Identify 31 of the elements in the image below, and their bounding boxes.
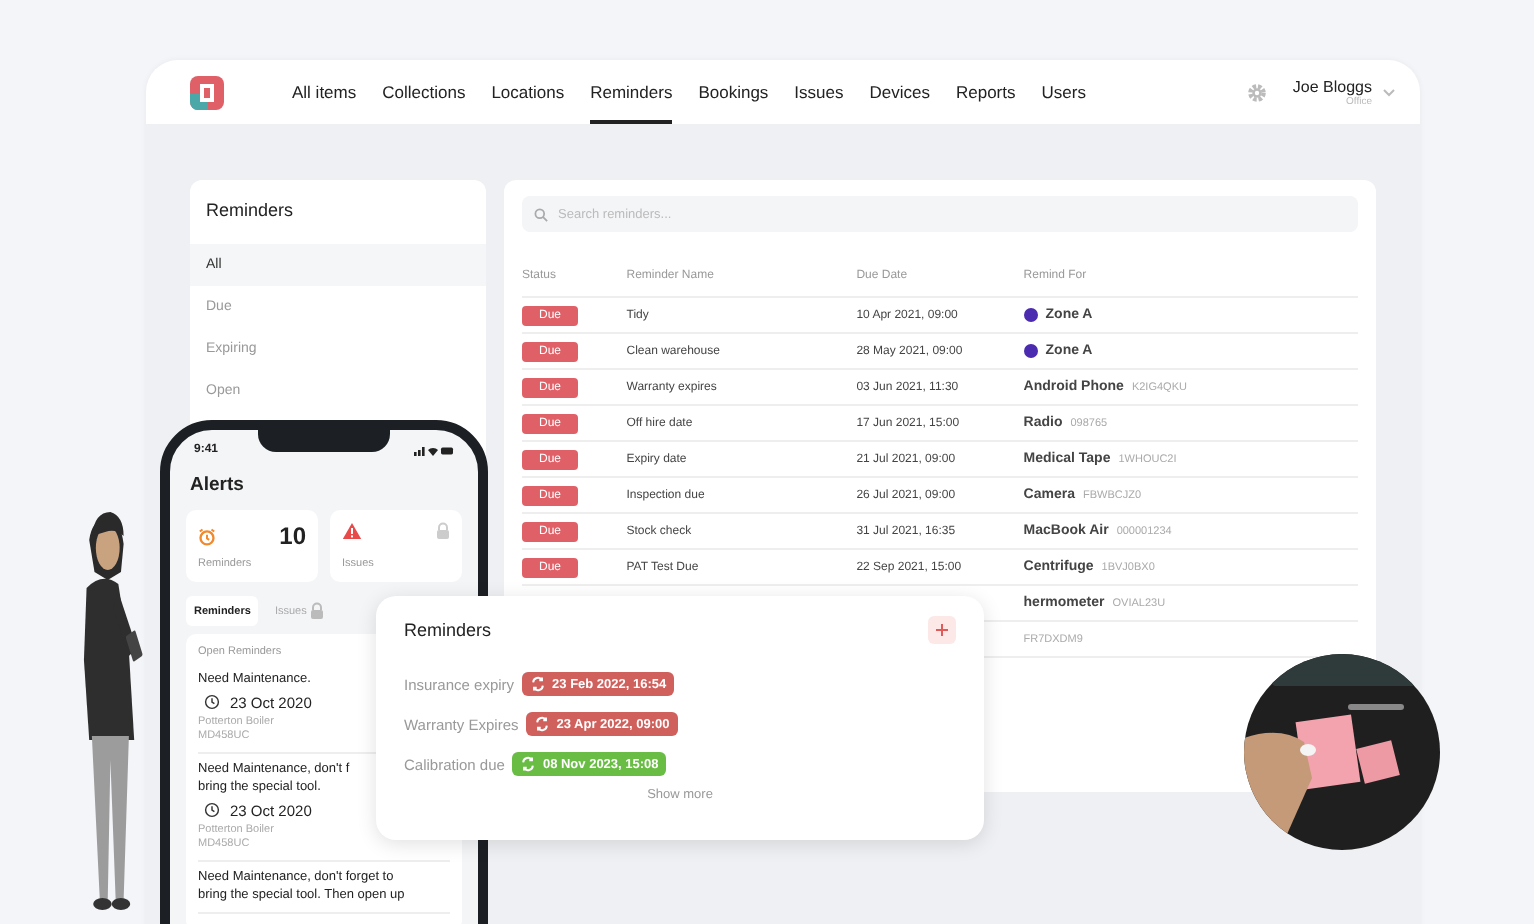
- plus-icon: [936, 624, 948, 636]
- repeat-icon: [530, 676, 547, 692]
- count: 10: [279, 522, 306, 550]
- phone-notch: [258, 430, 390, 452]
- chevron-icon[interactable]: [1382, 87, 1396, 97]
- clock-icon: [204, 802, 220, 819]
- nav-tab[interactable]: All items: [292, 60, 357, 124]
- add-button[interactable]: [928, 616, 956, 644]
- status-icons: [414, 445, 454, 455]
- nav-tab[interactable]: Reports: [955, 60, 1016, 124]
- search-icon: [534, 207, 548, 221]
- nav-tab[interactable]: Collections: [382, 60, 466, 124]
- sidebar-title: Reminders: [204, 200, 296, 224]
- settings-icon[interactable]: [1246, 81, 1269, 103]
- lock-icon: [436, 522, 450, 540]
- alarm-clock-icon: [198, 527, 216, 545]
- warning-icon: [342, 522, 362, 540]
- user-name[interactable]: Joe Bloggs: [1292, 77, 1372, 95]
- nav-tab[interactable]: Issues: [794, 60, 844, 124]
- repeat-icon: [534, 716, 551, 732]
- clock-icon: [204, 694, 220, 711]
- lock-icon: [310, 602, 325, 620]
- nav-tab[interactable]: Users: [1041, 60, 1086, 124]
- nav-tab[interactable]: Locations: [491, 60, 565, 124]
- nav-tab[interactable]: Devices: [869, 60, 930, 124]
- nav-tab[interactable]: Reminders: [590, 60, 673, 124]
- screen-title: Alerts: [188, 472, 246, 500]
- nav-tab[interactable]: Bookings: [698, 60, 769, 124]
- logo-icon[interactable]: [190, 75, 224, 109]
- repeat-icon: [520, 756, 537, 772]
- card-title: Reminders: [404, 620, 492, 640]
